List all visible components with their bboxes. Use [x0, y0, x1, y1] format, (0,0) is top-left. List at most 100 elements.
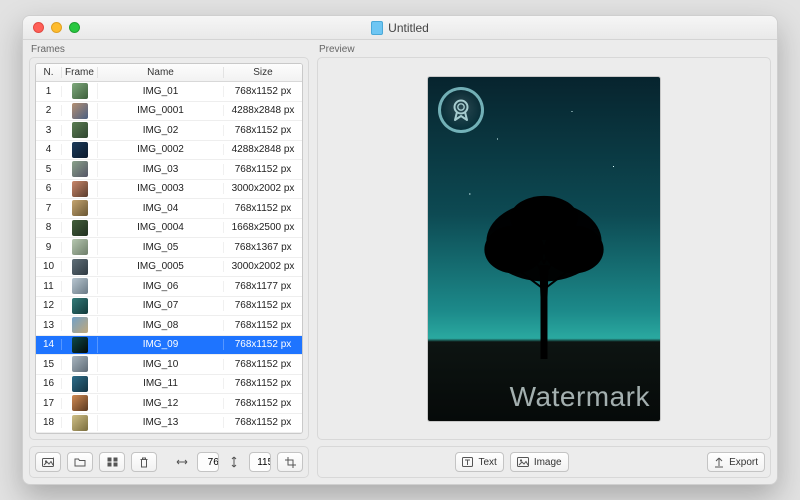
- width-lock-icon: [173, 452, 191, 472]
- add-images-button[interactable]: +: [35, 452, 61, 472]
- cell-n: 7: [36, 203, 62, 214]
- cell-name: IMG_03: [98, 164, 224, 175]
- award-badge-icon: [438, 87, 484, 133]
- cell-n: 11: [36, 281, 62, 292]
- text-button-label: Text: [478, 457, 496, 468]
- table-row[interactable]: 4IMG_00024288x2848 px: [36, 141, 302, 161]
- cell-name: IMG_0001: [98, 105, 224, 116]
- frames-toolbar: +: [29, 446, 309, 478]
- cell-name: IMG_10: [98, 359, 224, 370]
- minimize-window-button[interactable]: [51, 22, 62, 33]
- cell-n: 6: [36, 183, 62, 194]
- cell-size: 768x1152 px: [224, 300, 302, 311]
- thumbnail-icon: [72, 181, 88, 197]
- cell-size: 768x1152 px: [224, 378, 302, 389]
- cell-n: 13: [36, 320, 62, 331]
- cell-size: 768x1177 px: [224, 281, 302, 292]
- grid-view-button[interactable]: [99, 452, 125, 472]
- cell-n: 1: [36, 86, 62, 97]
- cell-size: 768x1152 px: [224, 320, 302, 331]
- cell-n: 4: [36, 144, 62, 155]
- table-row[interactable]: 6IMG_00033000x2002 px: [36, 180, 302, 200]
- cell-name: IMG_07: [98, 300, 224, 311]
- cell-thumb: [62, 376, 98, 392]
- cell-size: 768x1152 px: [224, 339, 302, 350]
- col-size[interactable]: Size: [224, 67, 302, 78]
- text-icon: [462, 457, 473, 467]
- table-row[interactable]: 17IMG_12768x1152 px: [36, 394, 302, 414]
- cell-thumb: [62, 317, 98, 333]
- thumbnail-icon: [72, 83, 88, 99]
- add-text-watermark-button[interactable]: Text: [455, 452, 503, 472]
- cell-n: 15: [36, 359, 62, 370]
- document-icon: [371, 21, 383, 35]
- table-row[interactable]: 15 IMG_10768x1152 px: [36, 355, 302, 375]
- cell-name: IMG_08: [98, 320, 224, 331]
- cell-size: 4288x2848 px: [224, 144, 302, 155]
- cell-size: 3000x2002 px: [224, 183, 302, 194]
- cell-thumb: [62, 395, 98, 411]
- table-row[interactable]: 2 IMG_00014288x2848 px: [36, 102, 302, 122]
- table-row[interactable]: 3IMG_02768x1152 px: [36, 121, 302, 141]
- titlebar: Untitled: [23, 16, 777, 40]
- cell-n: 2: [36, 105, 62, 116]
- app-window: Untitled Frames N. Frame Name Size 1IMG: [22, 15, 778, 485]
- cell-thumb: [62, 83, 98, 99]
- table-row[interactable]: 5IMG_03768x1152 px: [36, 160, 302, 180]
- frames-table[interactable]: N. Frame Name Size 1IMG_01768x1152 px 2 IM…: [35, 63, 303, 434]
- cell-n: 16: [36, 378, 62, 389]
- table-row[interactable]: 18IMG_13768x1152 px: [36, 414, 302, 434]
- height-field[interactable]: ▲▼: [249, 452, 271, 472]
- table-row[interactable]: 8IMG_00041668x2500 px: [36, 219, 302, 239]
- cell-n: 18: [36, 417, 62, 428]
- image-button-label: Image: [534, 457, 562, 468]
- table-row[interactable]: 7 IMG_04768x1152 px: [36, 199, 302, 219]
- width-input[interactable]: [198, 456, 219, 469]
- width-field[interactable]: ▲▼: [197, 452, 219, 472]
- cell-size: 768x1152 px: [224, 359, 302, 370]
- add-folder-button[interactable]: [67, 452, 93, 472]
- cell-thumb: [62, 278, 98, 294]
- cell-name: IMG_05: [98, 242, 224, 253]
- table-row[interactable]: 1IMG_01768x1152 px: [36, 82, 302, 102]
- cell-size: 768x1152 px: [224, 203, 302, 214]
- close-window-button[interactable]: [33, 22, 44, 33]
- table-row[interactable]: 14IMG_09768x1152 px: [36, 336, 302, 356]
- height-lock-icon: [225, 452, 243, 472]
- thumbnail-icon: [72, 298, 88, 314]
- zoom-window-button[interactable]: [69, 22, 80, 33]
- table-row[interactable]: 13 IMG_08768x1152 px: [36, 316, 302, 336]
- table-row[interactable]: 16IMG_11768x1152 px: [36, 375, 302, 395]
- cell-size: 768x1152 px: [224, 125, 302, 136]
- cell-thumb: [62, 220, 98, 236]
- export-icon: [714, 457, 724, 468]
- cell-thumb: [62, 122, 98, 138]
- col-name[interactable]: Name: [98, 67, 224, 78]
- thumbnail-icon: [72, 259, 88, 275]
- cell-size: 768x1152 px: [224, 164, 302, 175]
- col-n[interactable]: N.: [36, 67, 62, 78]
- table-row[interactable]: 9IMG_05768x1367 px: [36, 238, 302, 258]
- export-button[interactable]: Export: [707, 452, 765, 472]
- cell-name: IMG_04: [98, 203, 224, 214]
- cell-size: 4288x2848 px: [224, 105, 302, 116]
- frames-panel: N. Frame Name Size 1IMG_01768x1152 px 2 IM…: [29, 57, 309, 440]
- height-input[interactable]: [250, 456, 271, 469]
- delete-button[interactable]: [131, 452, 157, 472]
- thumbnail-icon: [72, 103, 88, 119]
- thumbnail-icon: [72, 200, 88, 216]
- col-frame[interactable]: Frame: [62, 67, 98, 78]
- add-image-watermark-button[interactable]: Image: [510, 452, 569, 472]
- cell-thumb: [62, 259, 98, 275]
- preview-panel-label: Preview: [317, 40, 771, 57]
- table-row[interactable]: 11IMG_06768x1177 px: [36, 277, 302, 297]
- cell-thumb: [62, 298, 98, 314]
- cell-n: 12: [36, 300, 62, 311]
- svg-text:+: +: [52, 457, 54, 462]
- crop-button[interactable]: [277, 452, 303, 472]
- table-row[interactable]: 12 IMG_07768x1152 px: [36, 297, 302, 317]
- cell-size: 768x1367 px: [224, 242, 302, 253]
- cell-n: 8: [36, 222, 62, 233]
- table-row[interactable]: 10IMG_00053000x2002 px: [36, 258, 302, 278]
- preview-toolbar: Text Image Export: [317, 446, 771, 478]
